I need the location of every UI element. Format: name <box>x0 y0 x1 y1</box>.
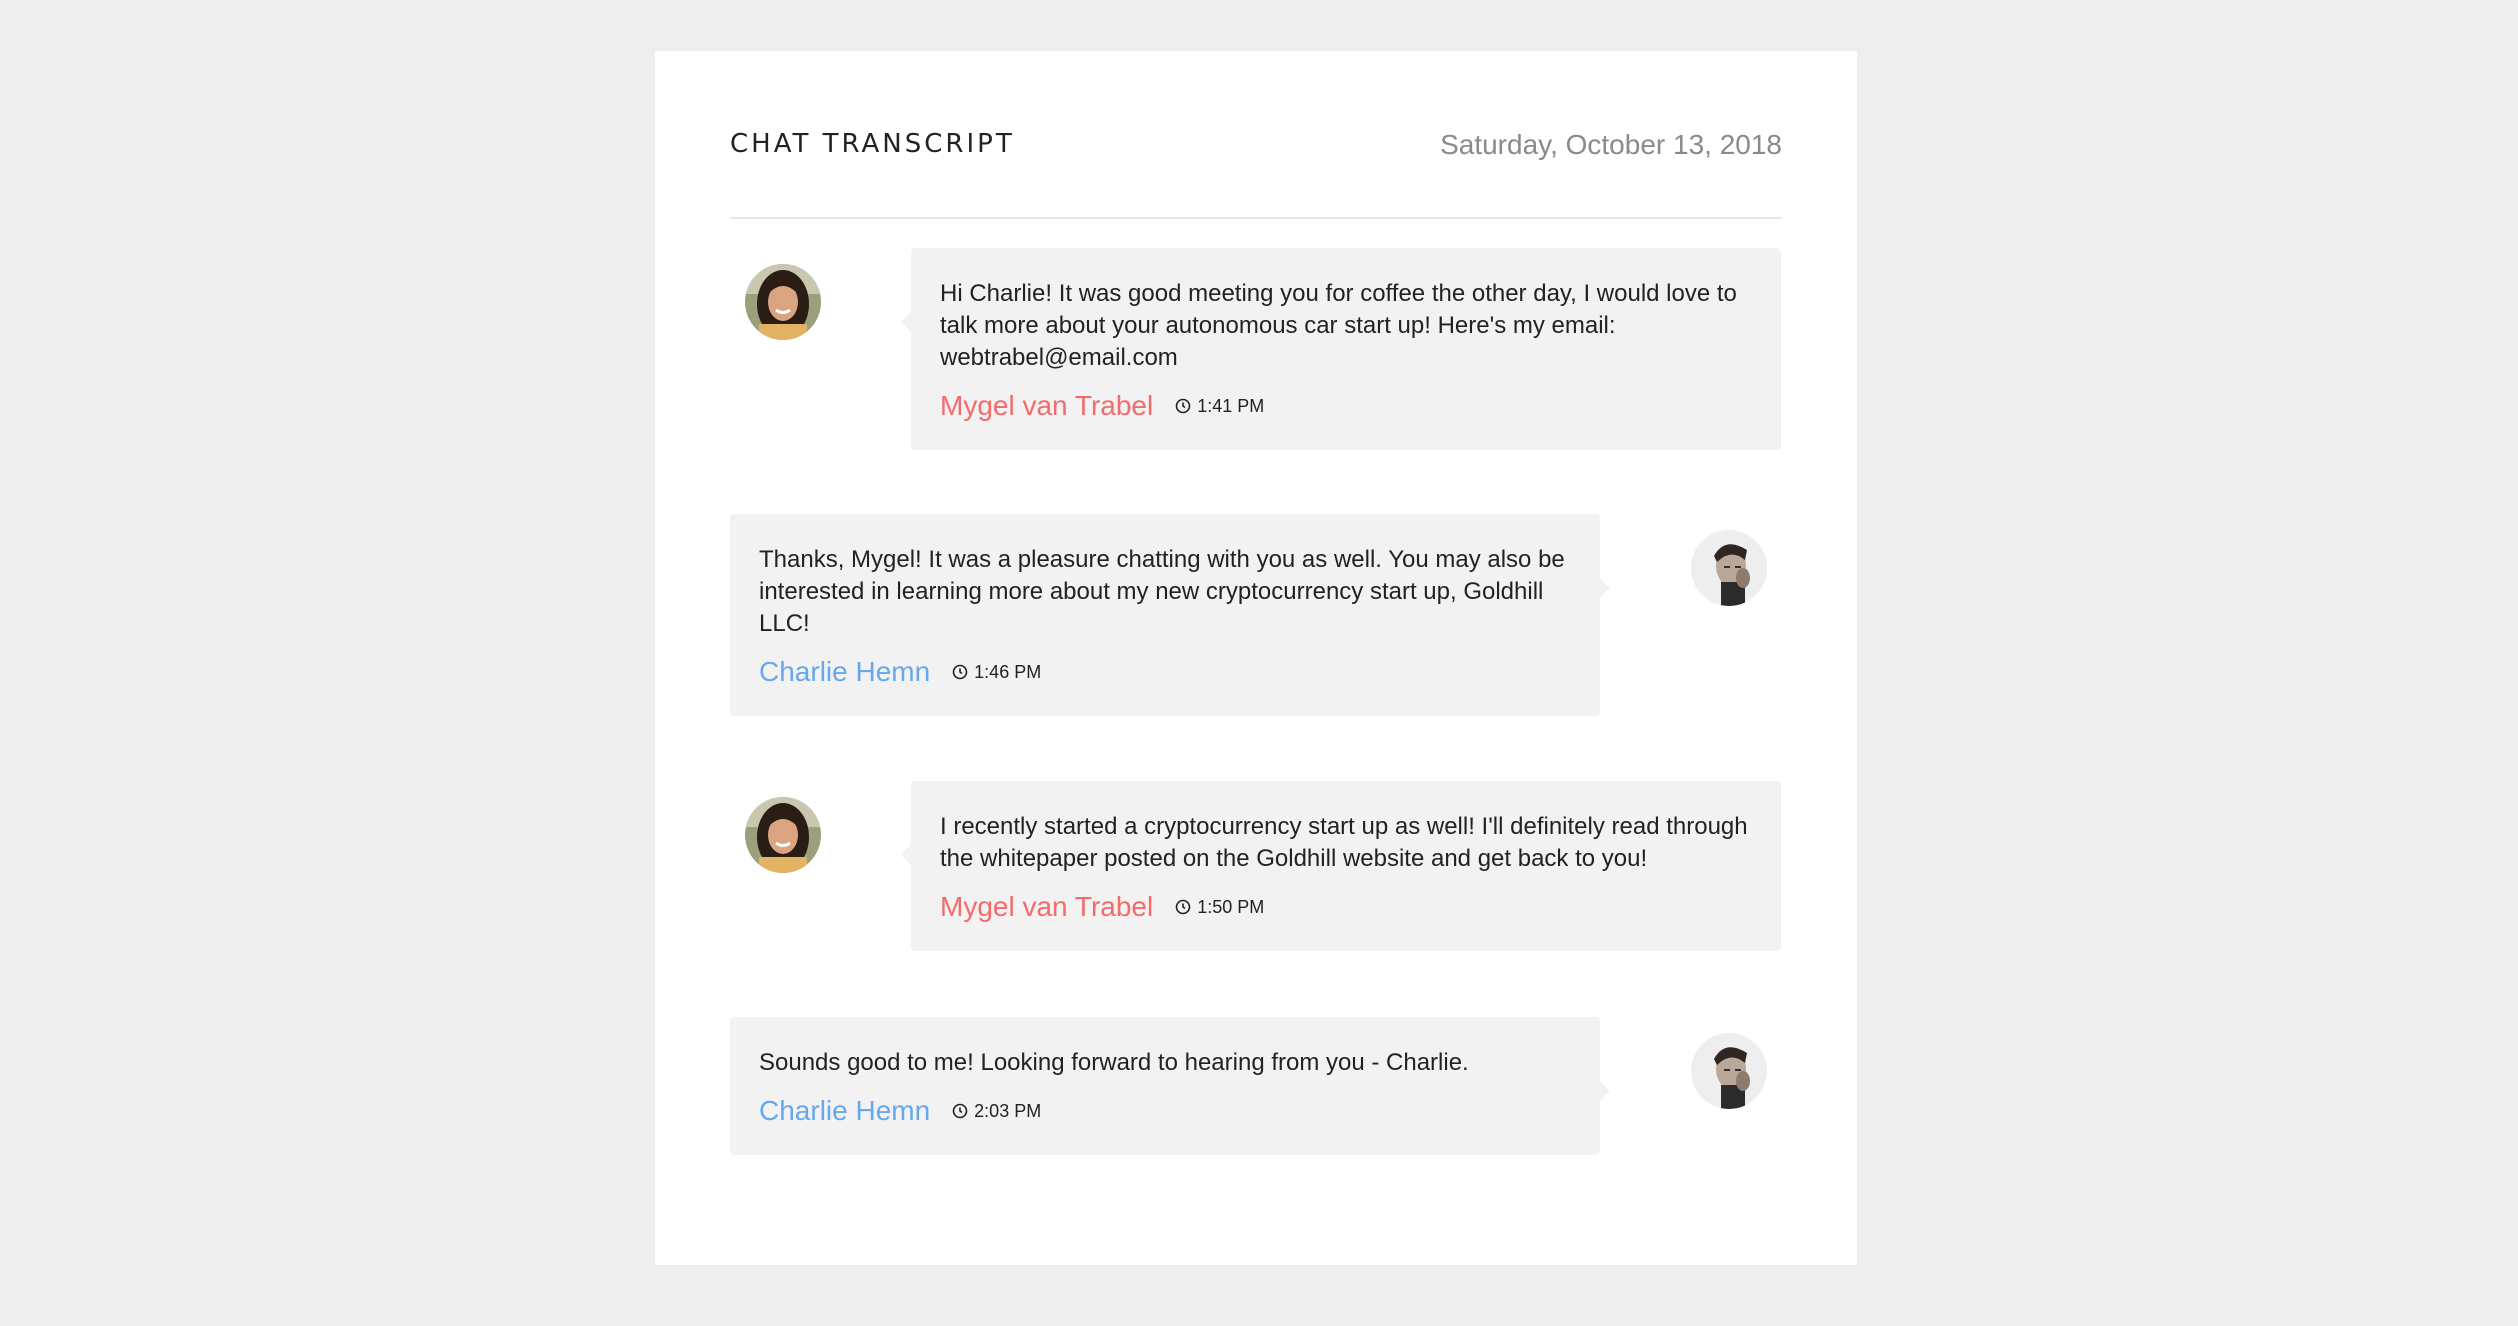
time-label: 1:50 PM <box>1197 896 1265 917</box>
page-title: CHAT TRANSCRIPT <box>730 129 1015 159</box>
message-time: 1:46 PM <box>952 662 1041 683</box>
message-meta: Charlie Hemn 2:03 PM <box>759 1093 1571 1129</box>
message-bubble: Hi Charlie! It was good meeting you for … <box>901 248 1781 450</box>
message-text: Thanks, Mygel! It was a pleasure chattin… <box>759 546 1565 637</box>
sender-name[interactable]: Mygel van Trabel <box>940 390 1153 422</box>
time-label: 2:03 PM <box>974 1100 1042 1121</box>
avatar-charlie[interactable] <box>1691 530 1767 606</box>
avatar-charlie[interactable] <box>1691 1033 1767 1109</box>
message-time: 1:50 PM <box>1175 897 1264 918</box>
message-time: 1:41 PM <box>1175 396 1264 417</box>
message-meta: Charlie Hemn 1:46 PM <box>759 654 1571 690</box>
clock-icon <box>1175 398 1191 414</box>
sender-name[interactable]: Mygel van Trabel <box>940 891 1153 923</box>
message-text: I recently started a cryptocurrency star… <box>940 813 1748 872</box>
message-meta: Mygel van Trabel 1:41 PM <box>940 388 1752 424</box>
sender-name[interactable]: Charlie Hemn <box>759 1095 930 1127</box>
woman-avatar-icon <box>745 264 821 340</box>
avatar-mygel[interactable] <box>745 797 821 873</box>
message-bubble: I recently started a cryptocurrency star… <box>901 781 1781 951</box>
chat-message: Sounds good to me! Looking forward to he… <box>730 1017 1782 1161</box>
message-meta: Mygel van Trabel 1:50 PM <box>940 889 1752 925</box>
time-label: 1:46 PM <box>974 661 1042 682</box>
man-avatar-icon <box>1691 1033 1767 1109</box>
message-text: Hi Charlie! It was good meeting you for … <box>940 280 1737 371</box>
man-avatar-icon <box>1691 530 1767 606</box>
time-label: 1:41 PM <box>1197 395 1265 416</box>
message-bubble: Thanks, Mygel! It was a pleasure chattin… <box>730 514 1610 716</box>
chat-message: Hi Charlie! It was good meeting you for … <box>730 248 1782 454</box>
clock-icon <box>1175 899 1191 915</box>
avatar-mygel[interactable] <box>745 264 821 340</box>
chat-transcript-card: CHAT TRANSCRIPT Saturday, October 13, 20… <box>655 51 1857 1265</box>
chat-message: I recently started a cryptocurrency star… <box>730 781 1782 955</box>
woman-avatar-icon <box>745 797 821 873</box>
message-text: Sounds good to me! Looking forward to he… <box>759 1049 1469 1076</box>
sender-name[interactable]: Charlie Hemn <box>759 656 930 688</box>
transcript-header: CHAT TRANSCRIPT Saturday, October 13, 20… <box>730 51 1782 219</box>
clock-icon <box>952 1103 968 1119</box>
transcript-date: Saturday, October 13, 2018 <box>1440 129 1782 160</box>
clock-icon <box>952 664 968 680</box>
message-time: 2:03 PM <box>952 1101 1041 1122</box>
chat-message: Thanks, Mygel! It was a pleasure chattin… <box>730 514 1782 722</box>
message-bubble: Sounds good to me! Looking forward to he… <box>730 1017 1610 1155</box>
